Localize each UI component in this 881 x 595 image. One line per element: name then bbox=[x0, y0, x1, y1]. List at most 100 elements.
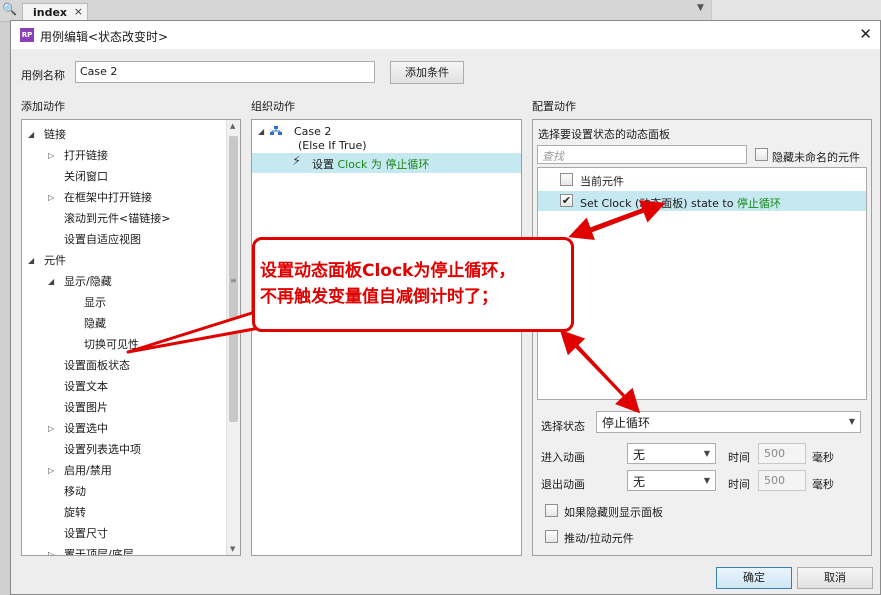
list-item-selected[interactable]: ✔ Set Clock (动态面板) state to 停止循环 bbox=[538, 191, 866, 211]
tree-item[interactable]: 设置尺寸 bbox=[22, 523, 222, 544]
configure-subtitle: 选择要设置状态的动态面板 bbox=[538, 128, 670, 141]
tree-item[interactable]: ▷ 打开链接 bbox=[22, 145, 222, 166]
tree-item[interactable]: ◢ 链接 bbox=[22, 124, 222, 145]
add-condition-button[interactable]: 添加条件 bbox=[390, 61, 464, 84]
current-widget-checkbox[interactable] bbox=[560, 173, 573, 186]
expander-icon[interactable]: ◢ bbox=[28, 250, 34, 271]
action-target: Clock 为 停止循环 bbox=[337, 158, 430, 171]
tree-item-label: 在框架中打开链接 bbox=[64, 191, 152, 204]
tree-item[interactable]: 设置自适应视图 bbox=[22, 229, 222, 250]
expander-icon[interactable]: ◢ bbox=[28, 124, 34, 145]
close-icon[interactable]: × bbox=[74, 5, 83, 18]
tree-item[interactable]: 旋转 bbox=[22, 502, 222, 523]
enter-time-input[interactable]: 500 bbox=[758, 443, 806, 464]
enter-ms-label: 毫秒 bbox=[812, 451, 834, 464]
chevron-down-icon: ▼ bbox=[703, 449, 710, 458]
enter-animation-dropdown[interactable]: 无 ▼ bbox=[627, 443, 716, 464]
exit-time-label: 时间 bbox=[728, 478, 750, 491]
tree-item[interactable]: 设置文本 bbox=[22, 376, 222, 397]
tree-item[interactable]: 设置面板状态 bbox=[22, 355, 222, 376]
tree-item[interactable]: 设置图片 bbox=[22, 397, 222, 418]
select-state-dropdown[interactable]: 停止循环 ▼ bbox=[596, 411, 861, 433]
tree-item[interactable]: ▷ 启用/禁用 bbox=[22, 460, 222, 481]
expander-icon[interactable]: ▷ bbox=[48, 460, 54, 481]
tree-item-label: 移动 bbox=[64, 485, 86, 498]
annotation-callout: 设置动态面板Clock为停止循环， 不再触发变量值自减倒计时了； bbox=[252, 237, 574, 332]
ok-button[interactable]: 确定 bbox=[716, 567, 792, 589]
tree-item[interactable]: ◢ 显示/隐藏 bbox=[22, 271, 222, 292]
lightning-icon: ⚡ bbox=[292, 154, 302, 169]
enter-animation-value: 无 bbox=[633, 448, 646, 462]
tree-item[interactable]: ◢ 元件 bbox=[22, 250, 222, 271]
tree-item-label: 设置列表选中项 bbox=[64, 443, 141, 456]
add-actions-title: 添加动作 bbox=[21, 100, 65, 113]
push-pull-label: 推动/拉动元件 bbox=[564, 532, 634, 545]
expander-icon[interactable]: ▷ bbox=[48, 418, 54, 439]
tree-item[interactable]: 隐藏 bbox=[22, 313, 222, 334]
exit-animation-label: 退出动画 bbox=[541, 478, 585, 491]
scroll-down-icon[interactable]: ▼ bbox=[230, 545, 235, 553]
search-icon[interactable]: 🔍 bbox=[2, 2, 17, 16]
title-bar: RP 用例编辑<状态改变时> ✕ bbox=[11, 21, 880, 49]
tree-item[interactable]: 显示 bbox=[22, 292, 222, 313]
tree-item[interactable]: 滚动到元件<锚链接> bbox=[22, 208, 222, 229]
dialog-title: 用例编辑<状态改变时> bbox=[40, 30, 169, 44]
tree-item[interactable]: ▷ 置于顶层/底层 bbox=[22, 544, 222, 555]
tree-item[interactable]: 设置列表选中项 bbox=[22, 439, 222, 460]
collapse-icon[interactable]: ◢ bbox=[258, 127, 264, 136]
panel-label-state: 停止循环 bbox=[736, 197, 781, 210]
close-button[interactable]: ✕ bbox=[859, 25, 872, 43]
tab-label: index bbox=[33, 6, 68, 19]
hide-unnamed-label: 隐藏未命名的元件 bbox=[772, 151, 860, 164]
chevron-down-icon: ▼ bbox=[848, 417, 855, 426]
tree-item-label: 设置尺寸 bbox=[64, 527, 108, 540]
tree-item[interactable]: 关闭窗口 bbox=[22, 166, 222, 187]
organize-actions-title: 组织动作 bbox=[251, 100, 295, 113]
expander-icon[interactable]: ▷ bbox=[48, 544, 54, 555]
tree-item[interactable]: 切换可见性 bbox=[22, 334, 222, 355]
expander-icon[interactable]: ▷ bbox=[48, 187, 54, 208]
configure-actions-panel: 选择要设置状态的动态面板 查找 隐藏未命名的元件 当前元件 ✔ Set Cloc… bbox=[532, 119, 872, 556]
selected-action-row[interactable]: ⚡ 设置 Clock 为 停止循环 bbox=[252, 153, 521, 173]
clock-panel-checkbox[interactable]: ✔ bbox=[560, 194, 573, 207]
exit-ms-label: 毫秒 bbox=[812, 478, 834, 491]
vertical-scrollbar[interactable]: ▲ ≡ ▼ bbox=[226, 120, 240, 555]
enter-time-label: 时间 bbox=[728, 451, 750, 464]
show-if-hidden-label: 如果隐藏则显示面板 bbox=[564, 506, 663, 519]
tree-item-label: 隐藏 bbox=[84, 317, 106, 330]
scroll-up-icon[interactable]: ▲ bbox=[230, 122, 235, 130]
case-name[interactable]: Case 2 bbox=[294, 125, 331, 138]
action-label: 设置 Clock 为 停止循环 bbox=[312, 156, 429, 172]
tree-item-label: 切换可见性 bbox=[84, 338, 139, 351]
list-item[interactable]: 当前元件 bbox=[538, 170, 866, 189]
case-name-input[interactable]: Case 2 bbox=[75, 61, 375, 83]
background-tab-bar: 🔍 index × ▼ bbox=[0, 0, 881, 22]
tree-item-label: 元件 bbox=[44, 254, 66, 267]
exit-animation-dropdown[interactable]: 无 ▼ bbox=[627, 470, 716, 491]
panel-search-input[interactable]: 查找 bbox=[537, 145, 747, 164]
hide-unnamed-checkbox[interactable] bbox=[755, 148, 768, 161]
expander-icon[interactable]: ◢ bbox=[48, 271, 54, 292]
annotation-text: 设置动态面板Clock为停止循环， 不再触发变量值自减倒计时了； bbox=[260, 258, 572, 310]
tree-item-label: 显示/隐藏 bbox=[64, 275, 112, 288]
panel-label-prefix: Set Clock (动态面板) state to bbox=[580, 197, 737, 210]
tree-item[interactable]: 移动 bbox=[22, 481, 222, 502]
scroll-thumb[interactable]: ≡ bbox=[229, 136, 238, 422]
tree-item-label: 旋转 bbox=[64, 506, 86, 519]
show-if-hidden-checkbox[interactable] bbox=[545, 504, 558, 517]
tree-item[interactable]: ▷ 设置选中 bbox=[22, 418, 222, 439]
exit-time-input[interactable]: 500 bbox=[758, 470, 806, 491]
grip-icon: ≡ bbox=[230, 276, 237, 285]
push-pull-checkbox[interactable] bbox=[545, 530, 558, 543]
tree-item[interactable]: ▷ 在框架中打开链接 bbox=[22, 187, 222, 208]
tree-item-label: 设置图片 bbox=[64, 401, 108, 414]
list-item-label: 当前元件 bbox=[580, 175, 624, 188]
case-icon bbox=[270, 126, 282, 135]
tree-item-label: 滚动到元件<锚链接> bbox=[64, 212, 171, 225]
configure-actions-title: 配置动作 bbox=[532, 100, 576, 113]
add-actions-tree: ◢ 链接 ▷ 打开链接 关闭窗口 ▷ 在框架中打开链接 滚动到元件<锚链接> 设置自适应视图 ◢ 元… bbox=[21, 119, 241, 556]
chevron-down-icon[interactable]: ▼ bbox=[697, 3, 704, 13]
cancel-button[interactable]: 取消 bbox=[797, 567, 873, 589]
expander-icon[interactable]: ▷ bbox=[48, 145, 54, 166]
background-panel-header bbox=[711, 0, 881, 22]
